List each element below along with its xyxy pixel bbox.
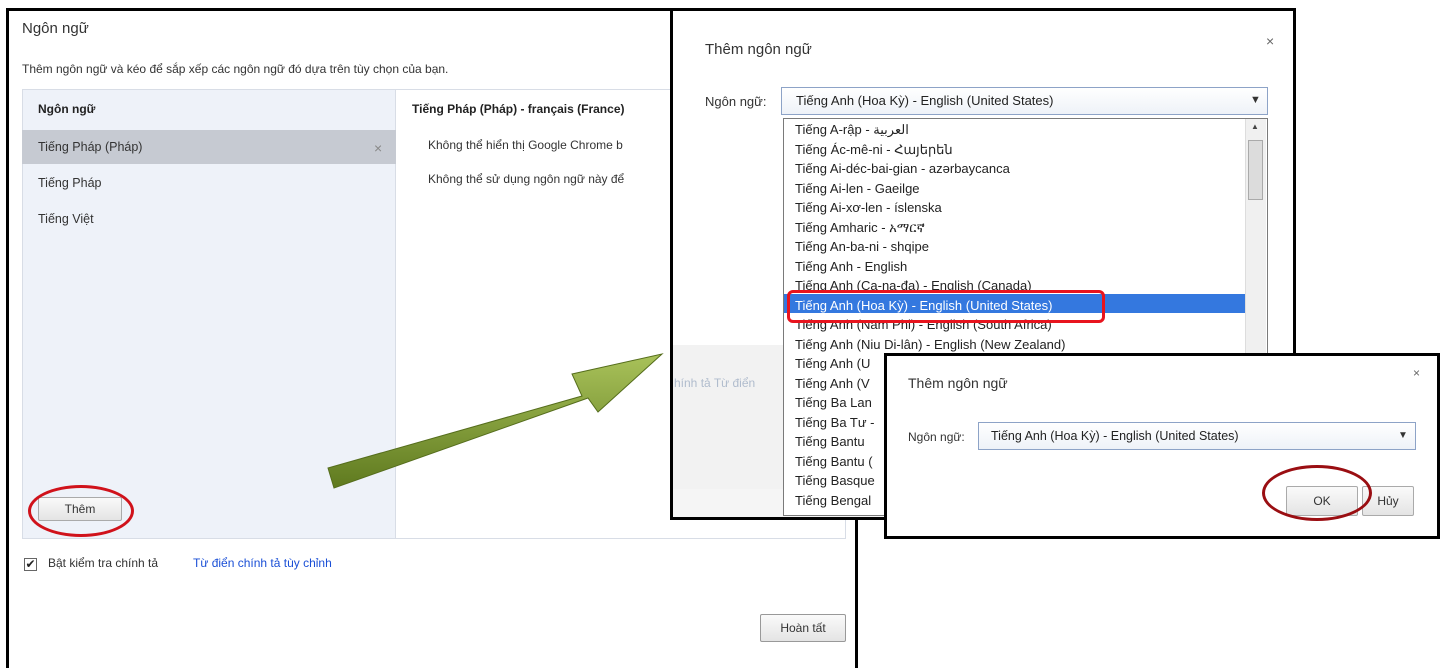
language-select-label: Ngôn ngữ: [705,94,767,109]
language-select[interactable]: Tiếng Anh (Hoa Kỳ) - English (United Sta… [781,87,1268,115]
dropdown-arrow-icon[interactable]: ▼ [1398,430,1408,441]
dropdown-option[interactable]: Tiếng Anh (V [795,374,870,394]
annotation-circle-ok [1262,465,1372,521]
done-button[interactable]: Hoàn tất [760,614,846,642]
dropdown-option[interactable]: Tiếng A-rập - العربية [795,120,909,140]
dropdown-option[interactable]: Tiếng Bengal [795,491,871,511]
dropdown-option[interactable]: Tiếng Ai-déc-bai-gian - azərbaycanca [795,159,1010,179]
dropdown-option[interactable]: Tiếng Ai-xơ-len - íslenska [795,198,942,218]
close-icon[interactable]: × [1266,33,1274,49]
dropdown-option[interactable]: Tiếng Anh (Niu Di-lân) - English (New Ze… [795,335,1065,355]
dropdown-option[interactable]: Tiếng Amharic - አማርኛ [795,218,925,238]
scrollbar-thumb[interactable] [1248,140,1263,200]
dropdown-option[interactable]: Tiếng Ác-mê-ni - Հայերեն [795,140,953,160]
annotation-highlight-box [787,290,1105,323]
dropdown-option[interactable]: Tiếng Ai-len - Gaeilge [795,179,920,199]
remove-language-icon[interactable]: × [374,140,382,156]
language-detail-note-spellcheck: Không thể sử dụng ngôn ngữ này để [428,172,625,186]
panel-title: Ngôn ngữ [22,20,89,37]
confirm-dialog-title: Thêm ngôn ngữ [908,375,1008,391]
dropdown-option[interactable]: Tiếng An-ba-ni - shqipe [795,237,929,257]
language-detail-title: Tiếng Pháp (Pháp) - français (France) [412,102,625,116]
dropdown-option[interactable]: Tiếng Ba Tư - [795,413,875,433]
dropdown-option[interactable]: Tiếng Anh (U [795,354,870,374]
close-icon[interactable]: × [1413,366,1420,380]
panel-description: Thêm ngôn ngữ và kéo để sắp xếp các ngôn… [22,62,449,76]
scroll-up-icon[interactable]: ▲ [1251,122,1259,131]
annotation-circle-add [28,485,134,537]
dropdown-option[interactable]: Tiếng Bantu ( [795,452,873,472]
dropdown-option[interactable]: Tiếng Ba Lan [795,393,872,413]
spellcheck-label: Bật kiểm tra chính tả [48,556,159,570]
annotation-arrow-icon [327,353,664,489]
spellcheck-checkbox[interactable]: ✔ [24,558,37,571]
dialog-title: Thêm ngôn ngữ [705,41,812,58]
language-detail-note-display: Không thể hiển thị Google Chrome b [428,138,623,152]
background-spellcheck-text: hính tả Từ điển [674,376,756,390]
dropdown-option[interactable]: Tiếng Basque [795,471,875,491]
dropdown-option[interactable]: Tiếng Bantu [795,432,865,452]
custom-dictionary-link[interactable]: Từ điển chính tả tùy chỉnh [193,556,332,570]
language-item-vietnamese[interactable]: Tiếng Việt [22,202,396,236]
language-item-french-france[interactable]: Tiếng Pháp (Pháp) [22,130,396,164]
confirm-language-select[interactable]: Tiếng Anh (Hoa Kỳ) - English (United Sta… [978,422,1416,450]
language-item-french[interactable]: Tiếng Pháp [22,166,396,200]
dropdown-arrow-icon[interactable]: ▼ [1250,94,1261,106]
language-list-header: Ngôn ngữ [38,102,96,116]
confirm-language-label: Ngôn ngữ: [908,430,965,444]
dropdown-option[interactable]: Tiếng Anh - English [795,257,907,277]
